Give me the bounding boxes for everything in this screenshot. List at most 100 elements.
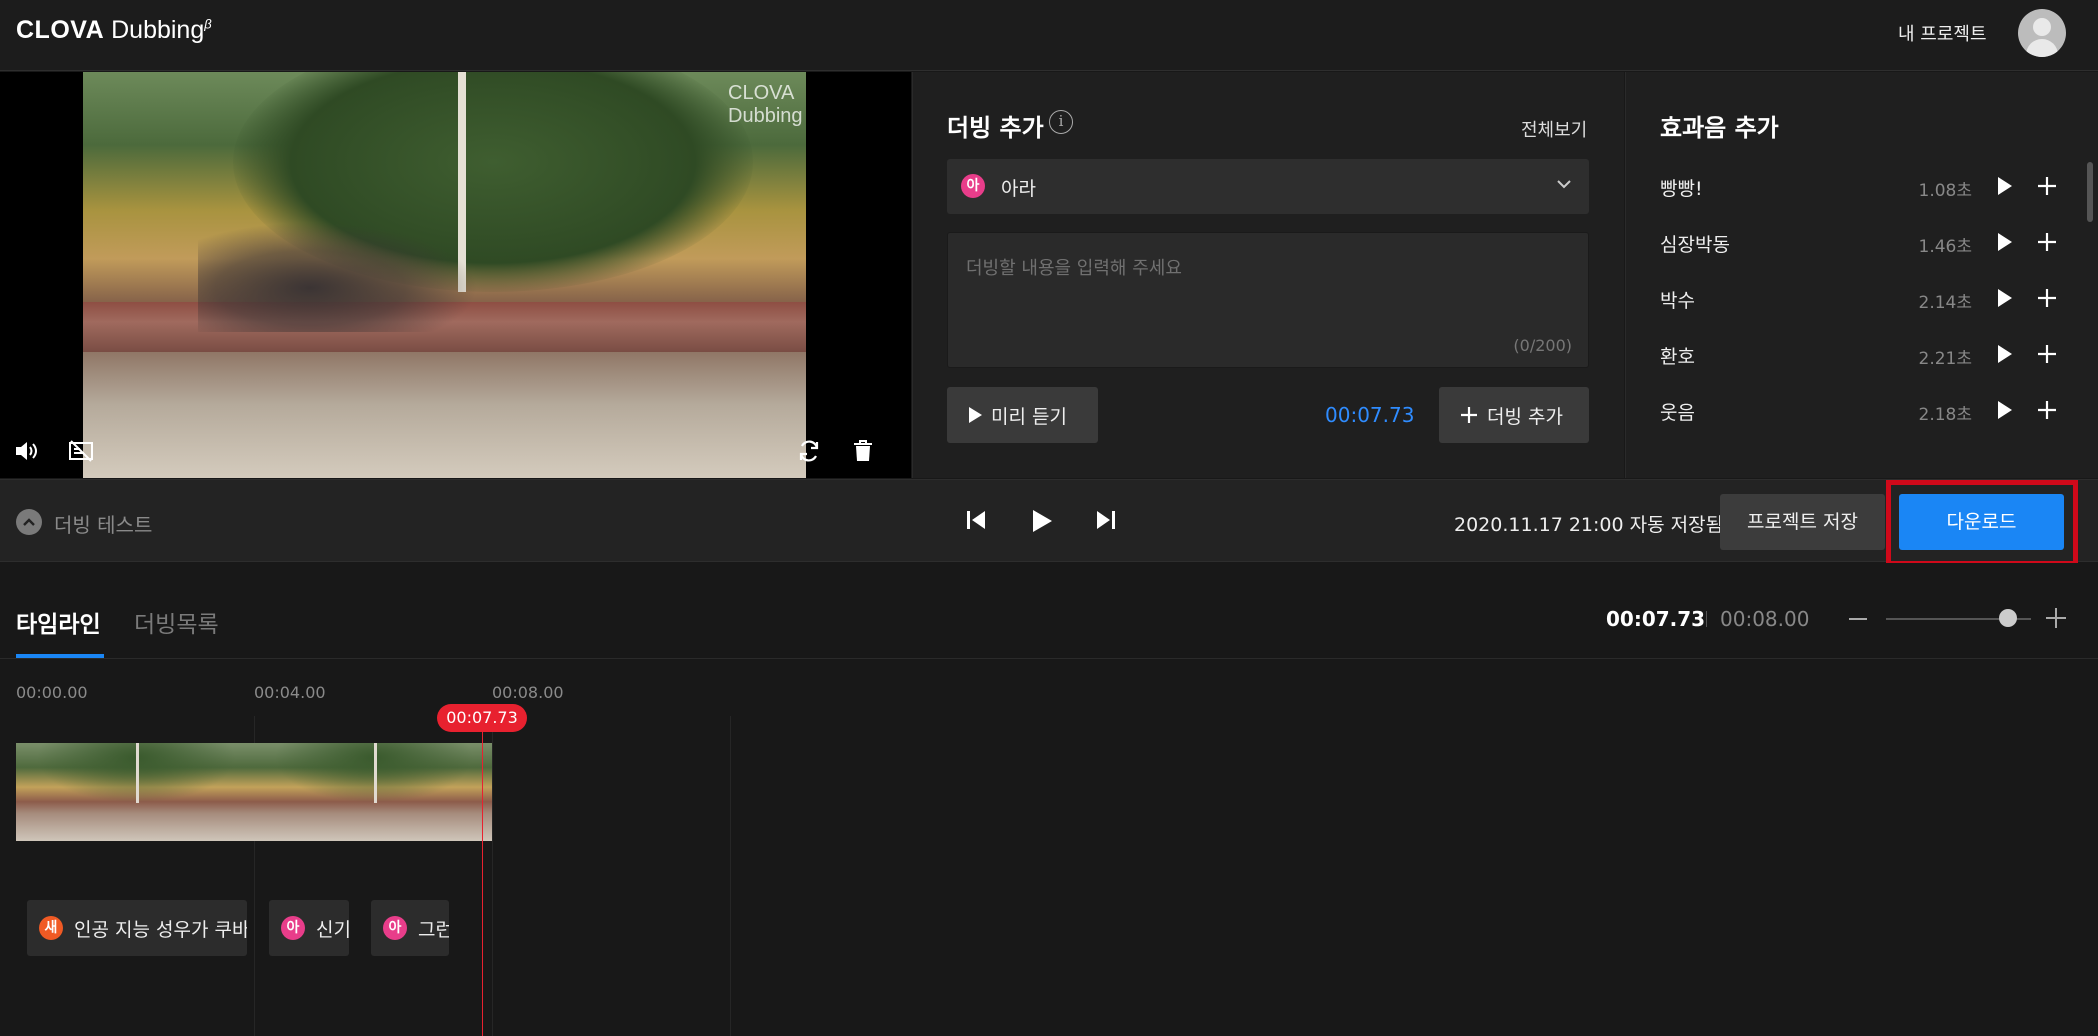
app-header: CLOVA Dubbingβ 내 프로젝트: [0, 0, 2098, 71]
info-icon[interactable]: i: [1049, 110, 1073, 134]
preview-button[interactable]: 미리 듣기: [947, 387, 1098, 443]
current-time: 00:07.73: [1606, 607, 1706, 631]
replace-video-icon[interactable]: [795, 437, 823, 465]
logo-light-text: Dubbing: [111, 16, 205, 44]
logo-beta-mark: β: [204, 16, 212, 32]
zoom-slider-handle[interactable]: [1999, 609, 2017, 627]
sfx-duration: 1.08초: [1918, 181, 1973, 201]
preview-label: 미리 듣기: [991, 405, 1067, 428]
playback-control-bar: 더빙 테스트 2020.11.17 21:00 자동 저장됨 프로젝트 저장 다…: [0, 479, 2098, 562]
sfx-duration: 2.18초: [1918, 405, 1973, 425]
dubbing-clip-text: 인공 지능 성우가 쿠바: [74, 919, 247, 941]
sfx-name: 환호: [1660, 346, 1695, 368]
playhead-line[interactable]: [482, 732, 483, 1036]
play-icon[interactable]: [1997, 288, 2013, 312]
tab-timeline[interactable]: 타임라인: [16, 605, 101, 639]
sound-effects-panel: 효과음 추가 빵빵! 1.08초 심장박동 1.46초 박수 2.14초 환호 …: [1625, 72, 2098, 478]
sfx-item[interactable]: 환호 2.21초: [1660, 334, 2060, 374]
active-tab-indicator: [16, 654, 104, 658]
dubbing-clip-badge: 새: [39, 916, 63, 940]
sfx-name: 박수: [1660, 290, 1695, 312]
avatar-head: [2033, 18, 2051, 36]
my-projects-link[interactable]: 내 프로젝트: [1898, 20, 1987, 46]
sfx-duration: 2.21초: [1918, 349, 1973, 369]
scene-people: [198, 222, 478, 332]
timeline-tabs: 타임라인 더빙목록 00:07.73 00:08.00: [0, 563, 2098, 659]
dubbing-clip-badge: 아: [383, 916, 407, 940]
ruler-label: 00:04.00: [254, 683, 326, 702]
sfx-name: 심장박동: [1660, 234, 1730, 256]
video-clip-thumbnail[interactable]: [254, 743, 492, 841]
autosave-status: 2020.11.17 21:00 자동 저장됨: [1454, 514, 1724, 536]
sfx-name: 웃음: [1660, 402, 1695, 424]
sfx-name: 빵빵!: [1660, 178, 1703, 200]
download-highlight-box: [1886, 480, 2078, 566]
logo-bold-text: CLOVA: [16, 16, 105, 44]
sfx-duration: 2.14초: [1918, 293, 1973, 313]
video-frame[interactable]: CLOVA Dubbing: [83, 72, 806, 478]
plus-icon[interactable]: [2036, 399, 2058, 425]
ruler-label: 00:08.00: [492, 683, 564, 702]
dubbing-text-placeholder: 더빙할 내용을 입력해 주세요: [966, 258, 1182, 279]
dubbing-time: 00:07.73: [1325, 403, 1415, 427]
add-dubbing-label: 더빙 추가: [1487, 405, 1563, 428]
user-avatar[interactable]: [2018, 9, 2066, 57]
dubbing-clip-text: 신기: [316, 919, 349, 941]
tab-dubbing-list[interactable]: 더빙목록: [134, 605, 219, 639]
dubbing-clip[interactable]: 새 인공 지능 성우가 쿠바: [27, 900, 247, 956]
play-icon[interactable]: [1997, 344, 2013, 368]
add-dubbing-button[interactable]: 더빙 추가: [1439, 387, 1589, 443]
total-time: 00:08.00: [1720, 607, 1810, 631]
char-counter: (0/200): [1513, 336, 1572, 355]
collapse-toggle-icon[interactable]: [16, 509, 42, 535]
ruler-gridline: [492, 716, 493, 1036]
dubbing-clip-badge: 아: [281, 916, 305, 940]
plus-icon[interactable]: [2036, 175, 2058, 201]
subtitle-off-icon[interactable]: [67, 437, 95, 465]
dubbing-add-panel: 더빙 추가 i 전체보기 아 아라 더빙할 내용을 입력해 주세요 (0/200…: [912, 72, 1624, 478]
video-clip-thumbnail[interactable]: [16, 743, 254, 841]
voice-name: 아라: [1001, 178, 1036, 200]
skip-back-icon[interactable]: [965, 508, 987, 536]
dubbing-test-label[interactable]: 더빙 테스트: [54, 509, 152, 538]
play-icon[interactable]: [1997, 400, 2013, 424]
plus-icon[interactable]: [2036, 231, 2058, 257]
app-logo[interactable]: CLOVA Dubbingβ: [16, 16, 212, 45]
sfx-item[interactable]: 심장박동 1.46초: [1660, 222, 2060, 262]
sfx-item[interactable]: 웃음 2.18초: [1660, 390, 2060, 430]
view-all-link[interactable]: 전체보기: [1521, 116, 1587, 142]
volume-icon[interactable]: [13, 437, 41, 465]
timeline-panel: 타임라인 더빙목록 00:07.73 00:08.00 00:00.00 00:…: [0, 563, 2098, 1036]
dubbing-clip[interactable]: 아 신기: [269, 900, 349, 956]
sound-effects-title: 효과음 추가: [1660, 114, 1779, 142]
dubbing-text-input[interactable]: 더빙할 내용을 입력해 주세요 (0/200): [947, 232, 1589, 368]
playhead-time-label[interactable]: 00:07.73: [437, 704, 527, 732]
sfx-item[interactable]: 박수 2.14초: [1660, 278, 2060, 318]
clip-pole: [374, 743, 377, 803]
play-icon[interactable]: [1997, 176, 2013, 200]
play-icon[interactable]: [1997, 232, 2013, 256]
skip-forward-icon[interactable]: [1095, 508, 1117, 536]
sfx-item[interactable]: 빵빵! 1.08초: [1660, 166, 2060, 206]
ruler-gridline: [730, 716, 731, 1036]
plus-icon[interactable]: [2036, 287, 2058, 313]
video-preview: CLOVA Dubbing: [0, 72, 911, 478]
play-icon: [969, 407, 982, 423]
clip-pole: [136, 743, 139, 803]
sfx-scrollbar[interactable]: [2087, 162, 2093, 222]
dubbing-clip-text: 그런: [418, 919, 449, 941]
dubbing-clip[interactable]: 아 그런: [371, 900, 449, 956]
chevron-down-icon: [1555, 175, 1573, 197]
time-separator: [1706, 611, 1707, 627]
dubbing-add-title: 더빙 추가: [947, 114, 1044, 142]
zoom-in-icon[interactable]: [2046, 608, 2066, 628]
voice-select[interactable]: 아 아라: [947, 159, 1589, 214]
voice-badge: 아: [961, 174, 985, 198]
trash-icon[interactable]: [849, 437, 877, 465]
plus-icon: [1461, 407, 1477, 423]
plus-icon[interactable]: [2036, 343, 2058, 369]
play-icon[interactable]: [1030, 508, 1054, 538]
sfx-duration: 1.46초: [1918, 237, 1973, 257]
save-project-button[interactable]: 프로젝트 저장: [1720, 494, 1885, 550]
zoom-out-icon[interactable]: [1849, 618, 1867, 620]
